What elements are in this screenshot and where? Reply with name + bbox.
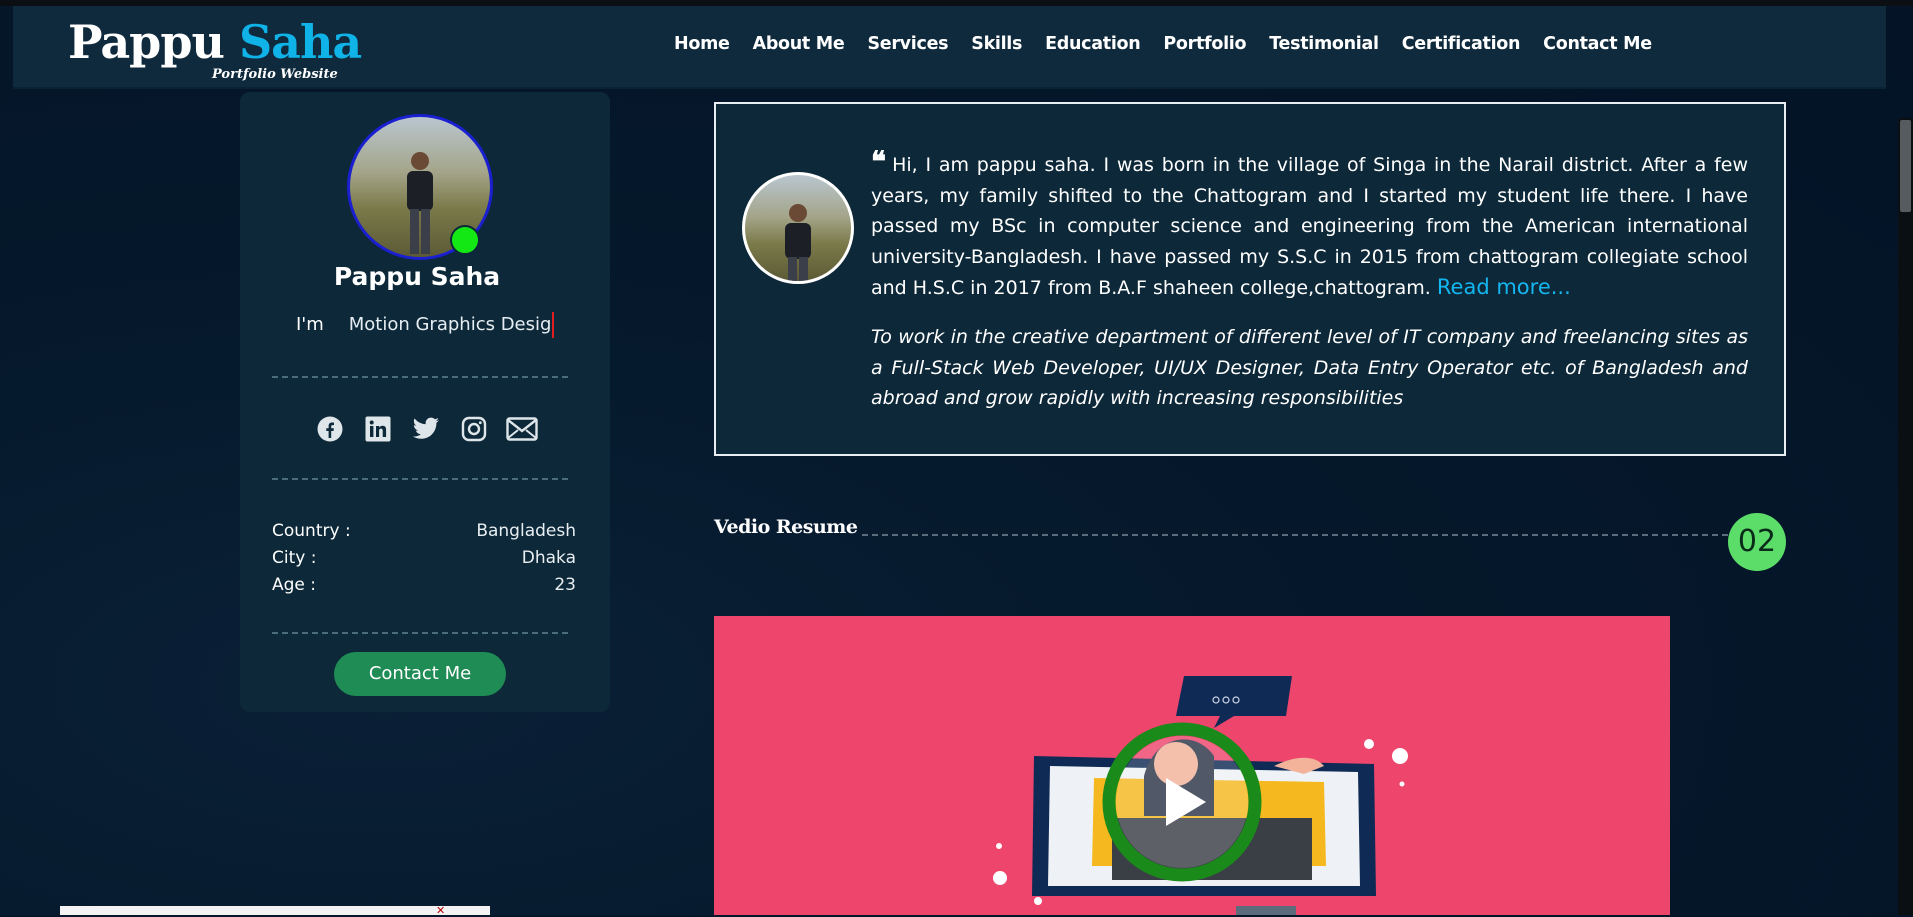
social-links bbox=[306, 412, 546, 446]
nav-link-contact[interactable]: Contact Me bbox=[1543, 34, 1652, 54]
info-row-city: City : Dhaka bbox=[272, 545, 576, 572]
facebook-icon[interactable] bbox=[306, 412, 354, 446]
scrollbar-thumb[interactable] bbox=[1900, 120, 1911, 212]
info-label: Country : bbox=[272, 521, 351, 541]
instagram-icon[interactable] bbox=[450, 412, 498, 446]
info-label: Age : bbox=[272, 575, 317, 595]
typing-caret bbox=[552, 312, 555, 338]
nav-link-home[interactable]: Home bbox=[674, 34, 730, 54]
info-label: City : bbox=[272, 548, 317, 568]
info-row-country: Country : Bangladesh bbox=[272, 518, 576, 545]
typed-prefix: I'm bbox=[296, 314, 324, 335]
info-value: Bangladesh bbox=[476, 521, 576, 541]
scrollbar-track[interactable] bbox=[1898, 118, 1913, 915]
bottom-taskbar-fragment bbox=[60, 906, 490, 915]
mail-icon[interactable] bbox=[498, 412, 546, 446]
about-bio: ❝ Hi, I am pappu saha. I was born in the … bbox=[871, 148, 1748, 304]
twitter-icon[interactable] bbox=[402, 412, 450, 446]
info-row-age: Age : 23 bbox=[272, 572, 576, 599]
nav-link-testimonial[interactable]: Testimonial bbox=[1269, 34, 1379, 54]
info-table: Country : Bangladesh City : Dhaka Age : … bbox=[272, 518, 576, 599]
typed-text: Motion Graphics Desig bbox=[348, 314, 552, 335]
info-value: 23 bbox=[554, 575, 576, 595]
profile-card: Pappu Saha I'm Motion Graphics Desig Cou… bbox=[240, 92, 610, 712]
close-icon[interactable]: ✕ bbox=[436, 904, 445, 917]
career-objective: To work in the creative department of di… bbox=[871, 326, 1748, 409]
brand-name: Pappu Saha bbox=[68, 12, 362, 72]
nav-link-services[interactable]: Services bbox=[867, 34, 948, 54]
contact-me-button[interactable]: Contact Me bbox=[334, 652, 506, 696]
info-value: Dhaka bbox=[521, 548, 576, 568]
quote-icon: ❝ bbox=[871, 145, 887, 178]
brand-first-name: Pappu bbox=[68, 15, 225, 69]
video-resume-player[interactable] bbox=[714, 616, 1670, 915]
nav-links: Home About Me Services Skills Education … bbox=[674, 34, 1675, 54]
bio-text: Hi, I am pappu saha. I was born in the v… bbox=[871, 154, 1748, 299]
read-more-link[interactable]: Read more... bbox=[1437, 275, 1571, 299]
nav-link-certification[interactable]: Certification bbox=[1402, 34, 1521, 54]
brand-last-name: Saha bbox=[238, 15, 362, 69]
avatar-person-figure bbox=[407, 152, 433, 254]
linkedin-icon[interactable] bbox=[354, 412, 402, 446]
nav-link-education[interactable]: Education bbox=[1045, 34, 1141, 54]
divider bbox=[272, 632, 568, 634]
play-icon[interactable] bbox=[1102, 722, 1262, 882]
section-title: Vedio Resume bbox=[714, 516, 858, 538]
divider bbox=[272, 376, 568, 378]
section-number-badge: 02 bbox=[1728, 513, 1786, 571]
top-navbar: Pappu Saha Portfolio Website Home About … bbox=[13, 6, 1886, 87]
section-divider bbox=[862, 534, 1728, 536]
brand-logo[interactable]: Pappu Saha Portfolio Website bbox=[68, 12, 362, 82]
bottom-scroll-indicator bbox=[1236, 906, 1296, 915]
online-status-dot bbox=[450, 225, 480, 255]
nav-link-portfolio[interactable]: Portfolio bbox=[1163, 34, 1246, 54]
typed-role: I'm Motion Graphics Desig bbox=[296, 312, 555, 338]
divider bbox=[272, 478, 568, 480]
profile-name: Pappu Saha bbox=[333, 262, 501, 291]
brand-tagline: Portfolio Website bbox=[212, 67, 338, 82]
about-box: ❝ Hi, I am pappu saha. I was born in the … bbox=[714, 102, 1786, 456]
nav-link-about[interactable]: About Me bbox=[753, 34, 845, 54]
about-avatar-figure bbox=[785, 204, 811, 281]
about-avatar bbox=[742, 172, 854, 284]
nav-link-skills[interactable]: Skills bbox=[971, 34, 1022, 54]
